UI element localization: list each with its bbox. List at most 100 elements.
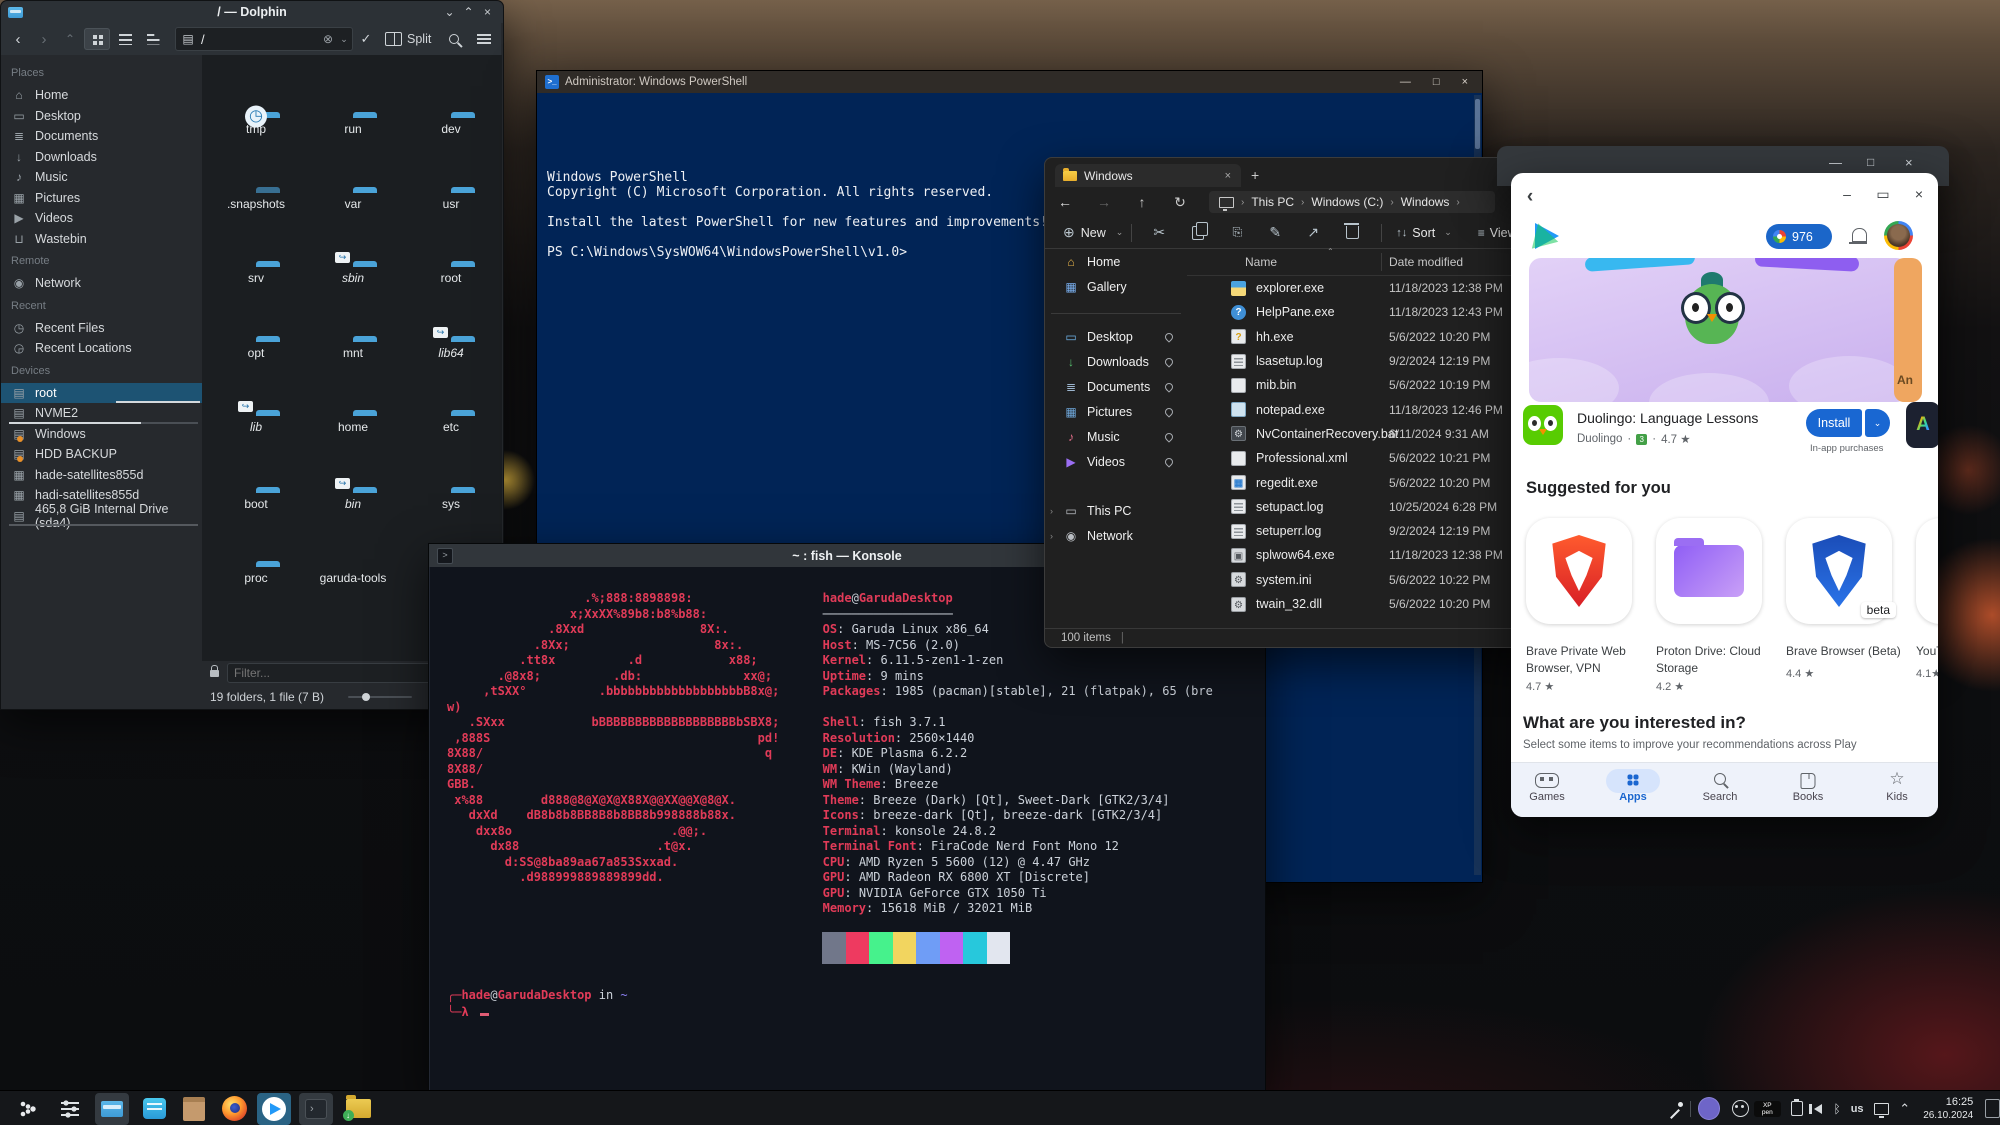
- sidebar-item-network[interactable]: ›◉Network: [1045, 523, 1187, 548]
- tray-expand-icon[interactable]: ⌃: [1899, 1101, 1910, 1117]
- sidebar-item-videos[interactable]: ▶Videos: [1, 208, 202, 229]
- sidebar-item-home[interactable]: ⌂Home: [1, 85, 202, 106]
- sidebar-item-home[interactable]: ⌂Home: [1045, 249, 1187, 274]
- folder-item-lib64[interactable]: ↪lib64: [401, 341, 501, 360]
- sidebar-item-465-8-gib-internal-drive-sda4[interactable]: ▤465,8 GiB Internal Drive (sda4): [1, 506, 202, 527]
- lock-icon[interactable]: [210, 670, 219, 677]
- install-button[interactable]: Install: [1806, 409, 1862, 437]
- sidebar-item-windows[interactable]: ▤Windows: [1, 424, 202, 445]
- taskbar-package-button[interactable]: [177, 1093, 211, 1125]
- maximize-icon[interactable]: ▭: [1872, 186, 1894, 203]
- show-desktop-icon[interactable]: [1985, 1099, 2000, 1118]
- folder-item-home[interactable]: home: [303, 415, 403, 434]
- nav-tab-search[interactable]: Search: [1685, 769, 1755, 803]
- tray-app-icon[interactable]: [1698, 1097, 1721, 1120]
- app-card-youtub[interactable]: [1916, 518, 1938, 624]
- folder-item-root[interactable]: root: [401, 266, 501, 285]
- notifications-icon[interactable]: [1852, 228, 1867, 242]
- sort-button[interactable]: ↑↓Sort⌄: [1396, 226, 1451, 240]
- next-app-icon[interactable]: A: [1906, 402, 1938, 448]
- sidebar-item-nvme2[interactable]: ▤NVME2: [1, 403, 202, 424]
- settings-tweaks-button[interactable]: [53, 1093, 87, 1125]
- close-icon[interactable]: ×: [1462, 76, 1468, 88]
- folder-item-opt[interactable]: opt: [206, 341, 306, 360]
- maximize-icon[interactable]: □: [1867, 155, 1874, 169]
- minimize-icon[interactable]: —: [1829, 155, 1842, 170]
- sidebar-item-downloads[interactable]: ↓Downloads: [1045, 349, 1187, 374]
- split-button[interactable]: Split: [407, 32, 431, 46]
- nav-tab-apps[interactable]: Apps: [1598, 769, 1668, 803]
- taskbar-firefox-button[interactable]: [217, 1093, 251, 1125]
- hero-banner[interactable]: Math and Music are here: [1529, 258, 1908, 402]
- sidebar-item-wastebin[interactable]: ⊔Wastebin: [1, 229, 202, 250]
- folder-item-tmp[interactable]: ◷ tmp: [206, 117, 306, 136]
- clipboard-icon[interactable]: [1791, 1101, 1804, 1116]
- clock[interactable]: 16:25 26.10.2024: [1923, 1095, 1973, 1122]
- taskbar-terminal-button[interactable]: ›: [299, 1093, 333, 1125]
- sidebar-item-videos[interactable]: ▶Videos: [1045, 449, 1187, 474]
- view-details-button[interactable]: [112, 28, 138, 50]
- volume-icon[interactable]: [1814, 1104, 1822, 1114]
- sidebar-item-hade-satellites855d[interactable]: ▦hade-satellites855d: [1, 465, 202, 486]
- folder-item-mnt[interactable]: mnt: [303, 341, 403, 360]
- rename-icon[interactable]: ✎: [1256, 224, 1294, 241]
- folder-item-sys[interactable]: sys: [401, 492, 501, 511]
- sidebar-item-downloads[interactable]: ↓Downloads: [1, 147, 202, 168]
- cut-icon[interactable]: ✂: [1140, 224, 1178, 241]
- paste-icon[interactable]: ⎘: [1218, 225, 1256, 240]
- view-tree-button[interactable]: [140, 28, 166, 50]
- sidebar-item-root[interactable]: ▤root: [1, 383, 202, 404]
- taskbar-messages-button[interactable]: [137, 1093, 171, 1125]
- app-card-brave-browser-beta[interactable]: beta: [1786, 518, 1892, 624]
- app-card-proton-drive-cloud[interactable]: [1656, 518, 1762, 624]
- back-icon[interactable]: ←: [1045, 194, 1085, 210]
- share-icon[interactable]: ↗: [1294, 224, 1332, 241]
- folder-item-dev[interactable]: dev: [401, 117, 501, 136]
- forward-icon[interactable]: →: [1085, 194, 1123, 210]
- zoom-slider[interactable]: [348, 696, 412, 698]
- install-options-icon[interactable]: ⌄: [1865, 409, 1890, 437]
- folder-item-snapshots[interactable]: .snapshots: [206, 192, 306, 211]
- folder-item-srv[interactable]: srv: [206, 266, 306, 285]
- tray-cat-icon[interactable]: [1732, 1100, 1749, 1117]
- sidebar-item-this-pc[interactable]: ›▭This PC: [1045, 498, 1187, 523]
- app-title[interactable]: Duolingo: Language Lessons: [1577, 410, 1758, 426]
- app-card-name[interactable]: Proton Drive: CloudStorage: [1656, 643, 1761, 677]
- duolingo-app-icon[interactable]: [1523, 405, 1563, 445]
- sidebar-item-recent-locations[interactable]: ◶Recent Locations: [1, 338, 202, 359]
- taskbar-downloads-folder-button[interactable]: [341, 1093, 375, 1125]
- folder-item-bin[interactable]: ↪bin: [303, 492, 403, 511]
- folder-item-proc[interactable]: proc: [206, 566, 306, 585]
- folder-item-usr[interactable]: usr: [401, 192, 501, 211]
- color-picker-icon[interactable]: [1668, 1101, 1683, 1116]
- folder-item-boot[interactable]: boot: [206, 492, 306, 511]
- maximize-icon[interactable]: ⌃: [459, 5, 478, 19]
- split-icon[interactable]: [385, 32, 402, 46]
- refresh-icon[interactable]: ↻: [1161, 194, 1199, 211]
- sidebar-item-pictures[interactable]: ▦Pictures: [1, 188, 202, 209]
- app-card-name[interactable]: YouTub: [1916, 643, 1938, 660]
- up-icon[interactable]: ↑: [1123, 194, 1161, 210]
- network-icon[interactable]: [1874, 1103, 1890, 1115]
- accept-icon[interactable]: ✓: [353, 31, 379, 47]
- copy-icon[interactable]: [1192, 226, 1204, 240]
- forward-icon[interactable]: ›: [31, 31, 57, 48]
- powershell-titlebar[interactable]: >_ Administrator: Windows PowerShell — □…: [537, 71, 1482, 93]
- up-icon[interactable]: ⌃: [57, 32, 83, 46]
- view-icons-button[interactable]: [84, 28, 110, 50]
- folder-item-sbin[interactable]: ↪sbin: [303, 266, 403, 285]
- location-bar[interactable]: ▤ / ⊗ ⌄: [175, 27, 353, 51]
- clear-location-icon[interactable]: ⊗: [320, 32, 336, 46]
- close-icon[interactable]: ×: [1905, 155, 1913, 170]
- minimize-icon[interactable]: –: [1836, 186, 1858, 202]
- search-icon[interactable]: [449, 34, 459, 44]
- app-card-name[interactable]: Brave Private WebBrowser, VPN: [1526, 643, 1626, 677]
- sidebar-item-gallery[interactable]: ▦Gallery: [1045, 274, 1187, 299]
- app-launcher-button[interactable]: [11, 1093, 45, 1125]
- folder-item-etc[interactable]: etc: [401, 415, 501, 434]
- app-card-name[interactable]: Brave Browser (Beta): [1786, 643, 1901, 660]
- sidebar-item-hdd-backup[interactable]: ▤HDD BACKUP: [1, 444, 202, 465]
- close-icon[interactable]: ×: [478, 5, 497, 19]
- close-icon[interactable]: ×: [1908, 186, 1930, 202]
- xppen-tray-icon[interactable]: XP pen: [1754, 1101, 1781, 1117]
